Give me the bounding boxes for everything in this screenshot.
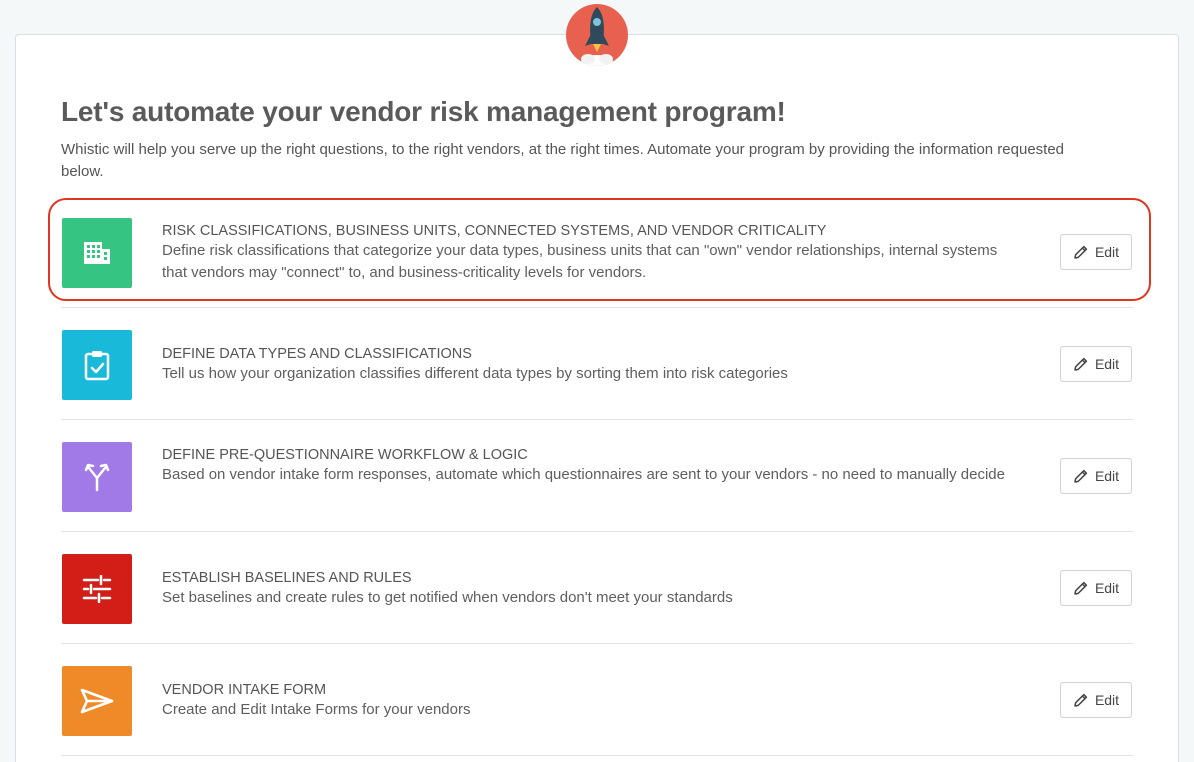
pencil-icon	[1074, 469, 1088, 483]
pencil-icon	[1074, 357, 1088, 371]
edit-label: Edit	[1094, 692, 1120, 708]
pencil-icon	[1074, 581, 1088, 595]
step-text: DEFINE PRE-QUESTIONNAIRE WORKFLOW & LOGI…	[162, 446, 1022, 486]
edit-label: Edit	[1094, 580, 1120, 596]
page-title: Let's automate your vendor risk manageme…	[61, 96, 786, 127]
page-intro: Whistic will help you serve up the right…	[61, 141, 1065, 180]
step-title: DEFINE DATA TYPES AND CLASSIFICATIONS	[162, 346, 472, 362]
edit-button[interactable]: Edit	[1060, 682, 1132, 718]
step-title: RISK CLASSIFICATIONS, BUSINESS UNITS, CO…	[162, 223, 827, 239]
step-description: Define risk classifications that categor…	[162, 242, 998, 281]
building-icon	[62, 218, 132, 288]
edit-button[interactable]: Edit	[1060, 234, 1132, 270]
step-text: VENDOR INTAKE FORM Create and Edit Intak…	[162, 681, 1022, 721]
rocket-icon	[566, 4, 628, 66]
step-title: ESTABLISH BASELINES AND RULES	[162, 570, 412, 586]
edit-button[interactable]: Edit	[1060, 346, 1132, 382]
pencil-icon	[1074, 693, 1088, 707]
sliders-icon	[62, 554, 132, 624]
step-description: Set baselines and create rules to get no…	[162, 589, 733, 606]
step-title: VENDOR INTAKE FORM	[162, 682, 327, 698]
pencil-icon	[1074, 245, 1088, 259]
step-row-baselines-rules: ESTABLISH BASELINES AND RULES Set baseli…	[61, 532, 1133, 644]
step-text: ESTABLISH BASELINES AND RULES Set baseli…	[162, 569, 1022, 609]
step-row-risk-classifications: RISK CLASSIFICATIONS, BUSINESS UNITS, CO…	[61, 196, 1133, 308]
step-row-vendor-intake: VENDOR INTAKE FORM Create and Edit Intak…	[61, 644, 1133, 756]
step-description: Based on vendor intake form responses, a…	[162, 466, 1005, 483]
edit-label: Edit	[1094, 356, 1120, 372]
edit-label: Edit	[1094, 244, 1120, 260]
step-row-data-types: DEFINE DATA TYPES AND CLASSIFICATIONS Te…	[61, 308, 1133, 420]
clipboard-check-icon	[62, 330, 132, 400]
edit-label: Edit	[1094, 468, 1120, 484]
edit-button[interactable]: Edit	[1060, 570, 1132, 606]
merge-arrows-icon	[62, 442, 132, 512]
edit-button[interactable]: Edit	[1060, 458, 1132, 494]
step-description: Tell us how your organization classifies…	[162, 365, 788, 382]
send-icon	[62, 666, 132, 736]
step-text: RISK CLASSIFICATIONS, BUSINESS UNITS, CO…	[162, 222, 1022, 284]
step-description: Create and Edit Intake Forms for your ve…	[162, 701, 471, 718]
step-row-workflow-logic: DEFINE PRE-QUESTIONNAIRE WORKFLOW & LOGI…	[61, 420, 1133, 532]
step-title: DEFINE PRE-QUESTIONNAIRE WORKFLOW & LOGI…	[162, 447, 528, 463]
step-text: DEFINE DATA TYPES AND CLASSIFICATIONS Te…	[162, 345, 1022, 385]
